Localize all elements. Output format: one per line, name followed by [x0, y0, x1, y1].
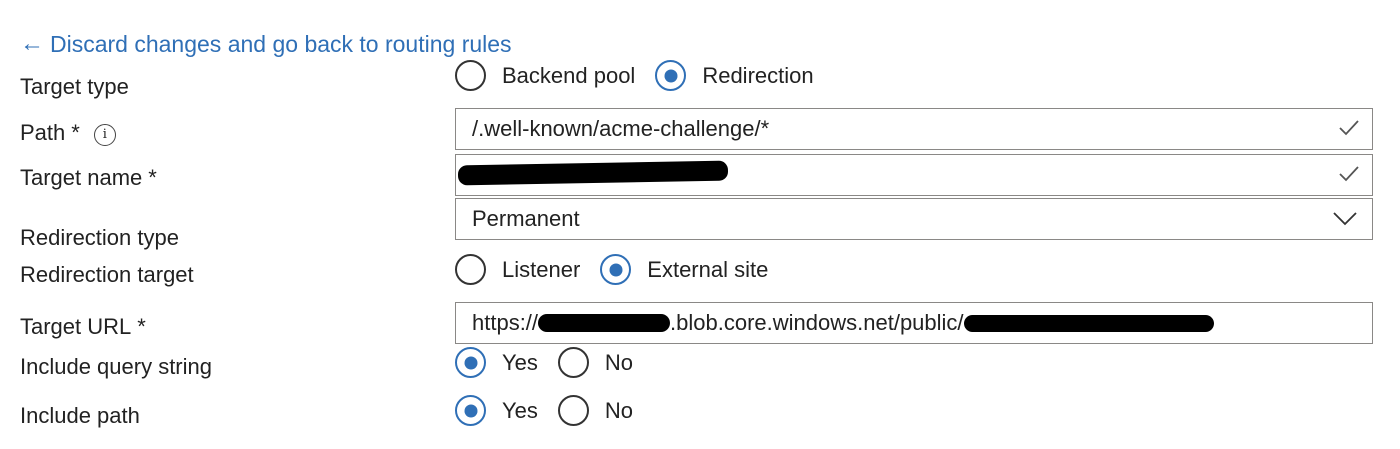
- redaction-mark: [538, 312, 671, 334]
- radio-circle-checked: [455, 395, 486, 426]
- yes-label: Yes: [502, 397, 538, 423]
- required-asterisk: *: [71, 120, 80, 145]
- required-asterisk: *: [137, 314, 146, 339]
- target-url-prefix: https://: [472, 310, 539, 335]
- chevron-down-icon: [1333, 212, 1357, 226]
- checkmark-icon: [1339, 166, 1359, 182]
- redirection-type-dropdown[interactable]: Permanent: [455, 198, 1373, 240]
- no-label: No: [604, 349, 634, 375]
- backend-pool-label: Backend pool: [502, 62, 636, 88]
- target-url-input[interactable]: https:// .blob.core.windows.net/public/: [455, 302, 1373, 344]
- redaction-mark: [963, 312, 1214, 334]
- redirection-label: Redirection: [702, 62, 814, 88]
- radio-circle-unchecked: [455, 60, 486, 91]
- include-path-label: Include path: [20, 403, 140, 428]
- target-type-radio-group: Backend pool Redirection: [455, 60, 834, 91]
- path-label-text: Path: [20, 120, 66, 145]
- redaction-mark: [457, 160, 729, 186]
- radio-circle-checked: [455, 347, 486, 378]
- required-asterisk: *: [148, 165, 157, 190]
- checkmark-icon: [1339, 120, 1359, 136]
- redirection-target-radio-group: Listener External site: [455, 254, 788, 285]
- target-url-middle: .blob.core.windows.net/public/: [670, 310, 964, 335]
- include-query-string-radio-group: Yes No: [455, 347, 653, 378]
- include-query-string-yes-radio[interactable]: Yes: [455, 347, 538, 378]
- no-label: No: [604, 397, 634, 423]
- redirection-target-label: Redirection target: [20, 262, 194, 287]
- radio-circle-checked: [600, 254, 632, 285]
- path-label: Path * i: [20, 120, 116, 146]
- include-query-string-no-radio[interactable]: No: [557, 347, 634, 378]
- radio-circle-unchecked: [557, 347, 589, 378]
- info-icon[interactable]: i: [93, 124, 116, 146]
- listener-label: Listener: [502, 256, 581, 282]
- include-path-no-radio[interactable]: No: [557, 395, 634, 426]
- radio-circle-checked: [655, 60, 687, 91]
- back-link-text: Discard changes and go back to routing r…: [50, 30, 512, 57]
- back-to-routing-rules-link[interactable]: ← Discard changes and go back to routing…: [20, 30, 512, 58]
- redirection-type-value: Permanent: [472, 206, 580, 231]
- radio-circle-unchecked: [557, 395, 589, 426]
- target-url-label: Target URL *: [20, 314, 146, 340]
- target-name-input[interactable]: [455, 154, 1373, 196]
- target-type-label: Target type: [20, 74, 129, 99]
- target-name-label-text: Target name: [20, 165, 143, 190]
- target-name-label: Target name *: [20, 165, 157, 191]
- yes-label: Yes: [502, 349, 538, 375]
- target-url-label-text: Target URL: [20, 314, 132, 339]
- radio-circle-unchecked: [455, 254, 486, 285]
- path-input[interactable]: /.well-known/acme-challenge/*: [455, 108, 1373, 150]
- include-query-string-label: Include query string: [20, 354, 212, 379]
- redirection-type-label: Redirection type: [20, 225, 179, 250]
- target-type-redirection-radio[interactable]: Redirection: [655, 60, 814, 91]
- redirection-target-listener-radio[interactable]: Listener: [455, 254, 580, 285]
- target-type-backend-pool-radio[interactable]: Backend pool: [455, 60, 635, 91]
- external-site-label: External site: [647, 256, 769, 282]
- path-value: /.well-known/acme-challenge/*: [472, 116, 770, 141]
- include-path-yes-radio[interactable]: Yes: [455, 395, 538, 426]
- redirection-target-external-site-radio[interactable]: External site: [600, 254, 768, 285]
- include-path-radio-group: Yes No: [455, 395, 653, 426]
- back-arrow-icon: ←: [20, 30, 44, 57]
